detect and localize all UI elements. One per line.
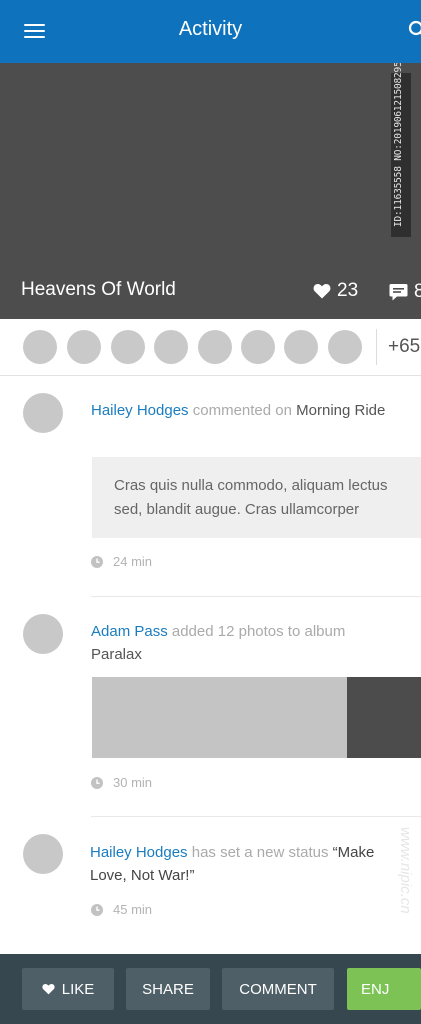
participant-avatar[interactable] [328,330,362,364]
participants-strip: +65 [0,319,421,376]
album-name-link[interactable]: Paralax [91,646,142,663]
participant-avatar[interactable] [23,330,57,364]
participant-avatar[interactable] [284,330,318,364]
activity-action: has set a new status [191,844,329,861]
strip-divider [376,329,377,365]
activity-timestamp: 30 min [91,775,152,790]
like-button[interactable]: LIKE [22,968,114,1010]
user-name-link[interactable]: Adam Pass [91,623,168,640]
clock-icon [91,776,103,789]
album-cover[interactable]: ID:11635558 NO:20190612150829589000 Heav… [0,63,421,319]
user-name-link[interactable]: Hailey Hodges [90,844,188,861]
page-title: Activity [178,18,243,40]
participant-avatar[interactable] [154,330,188,364]
comments-counter[interactable]: 8 [389,280,421,304]
participant-avatar[interactable] [198,330,232,364]
comment-quote: Cras quis nulla commodo, aliquam lectus … [92,457,421,538]
activity-text: Adam Pass added 12 photos to album Paral… [91,620,391,666]
activity-text: Hailey Hodges commented on Morning Ride [91,399,391,422]
album-photo[interactable] [92,677,347,758]
app-header: Activity [0,0,421,63]
comment-button[interactable]: COMMENT [222,968,334,1010]
activity-timestamp: 45 min [91,902,152,917]
search-icon[interactable] [408,20,421,40]
activity-action: commented on [192,402,292,419]
activity-action: added 12 photos to album [171,623,346,640]
user-avatar[interactable] [23,834,63,874]
participant-avatar[interactable] [111,330,145,364]
participant-avatar[interactable] [67,330,101,364]
clock-icon [91,555,103,568]
user-name-link[interactable]: Hailey Hodges [91,402,189,419]
user-avatar[interactable] [23,393,63,433]
more-participants-link[interactable]: +65 [388,336,420,358]
participant-avatar[interactable] [241,330,275,364]
feed-divider [91,816,421,817]
album-photo[interactable] [347,677,421,758]
heart-icon [313,284,331,299]
likes-counter[interactable]: 23 [313,279,358,303]
likes-count: 23 [337,280,359,301]
activity-text: Hailey Hodges has set a new status “Make… [90,841,390,887]
enjoy-button[interactable]: ENJ [347,968,421,1010]
activity-timestamp: 24 min [91,554,152,569]
comments-count: 8 [414,281,421,302]
user-avatar[interactable] [23,614,63,654]
heart-icon [42,983,55,995]
share-button[interactable]: SHARE [126,968,210,1010]
image-id-watermark: ID:11635558 NO:20190612150829589000 [391,63,411,237]
activity-target-link[interactable]: Morning Ride [296,402,385,419]
clock-icon [91,903,103,916]
feed-divider [91,596,421,597]
comment-icon [389,283,408,300]
album-title: Heavens Of World [21,279,176,300]
action-bar: LIKE SHARE COMMENT ENJ [0,954,421,1024]
